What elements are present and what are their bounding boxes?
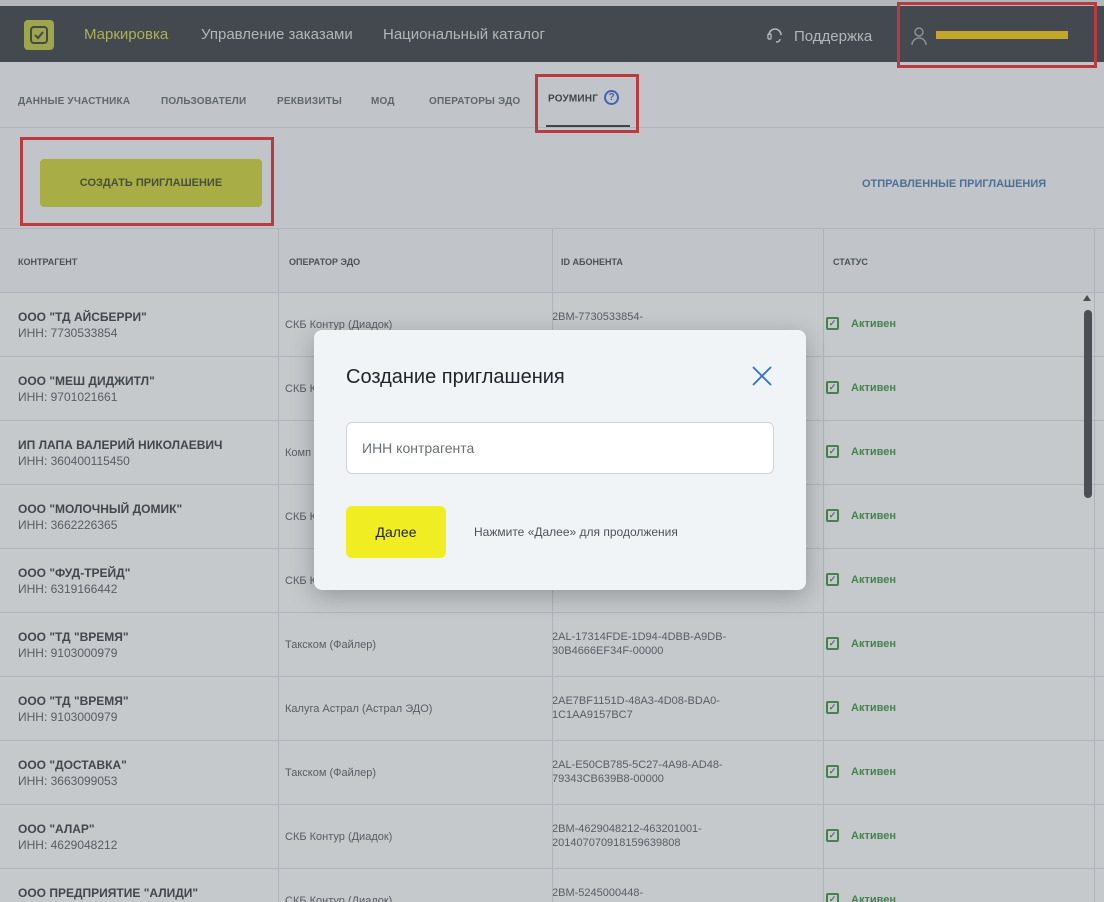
modal-hint: Нажмите «Далее» для продолжения: [474, 525, 678, 539]
modal-title: Создание приглашения: [346, 366, 565, 388]
create-invitation-modal: Создание приглашения Далее Нажмите «Дале…: [314, 330, 806, 590]
close-icon[interactable]: [750, 364, 774, 388]
inn-input[interactable]: [346, 422, 774, 474]
next-button[interactable]: Далее: [346, 506, 446, 558]
